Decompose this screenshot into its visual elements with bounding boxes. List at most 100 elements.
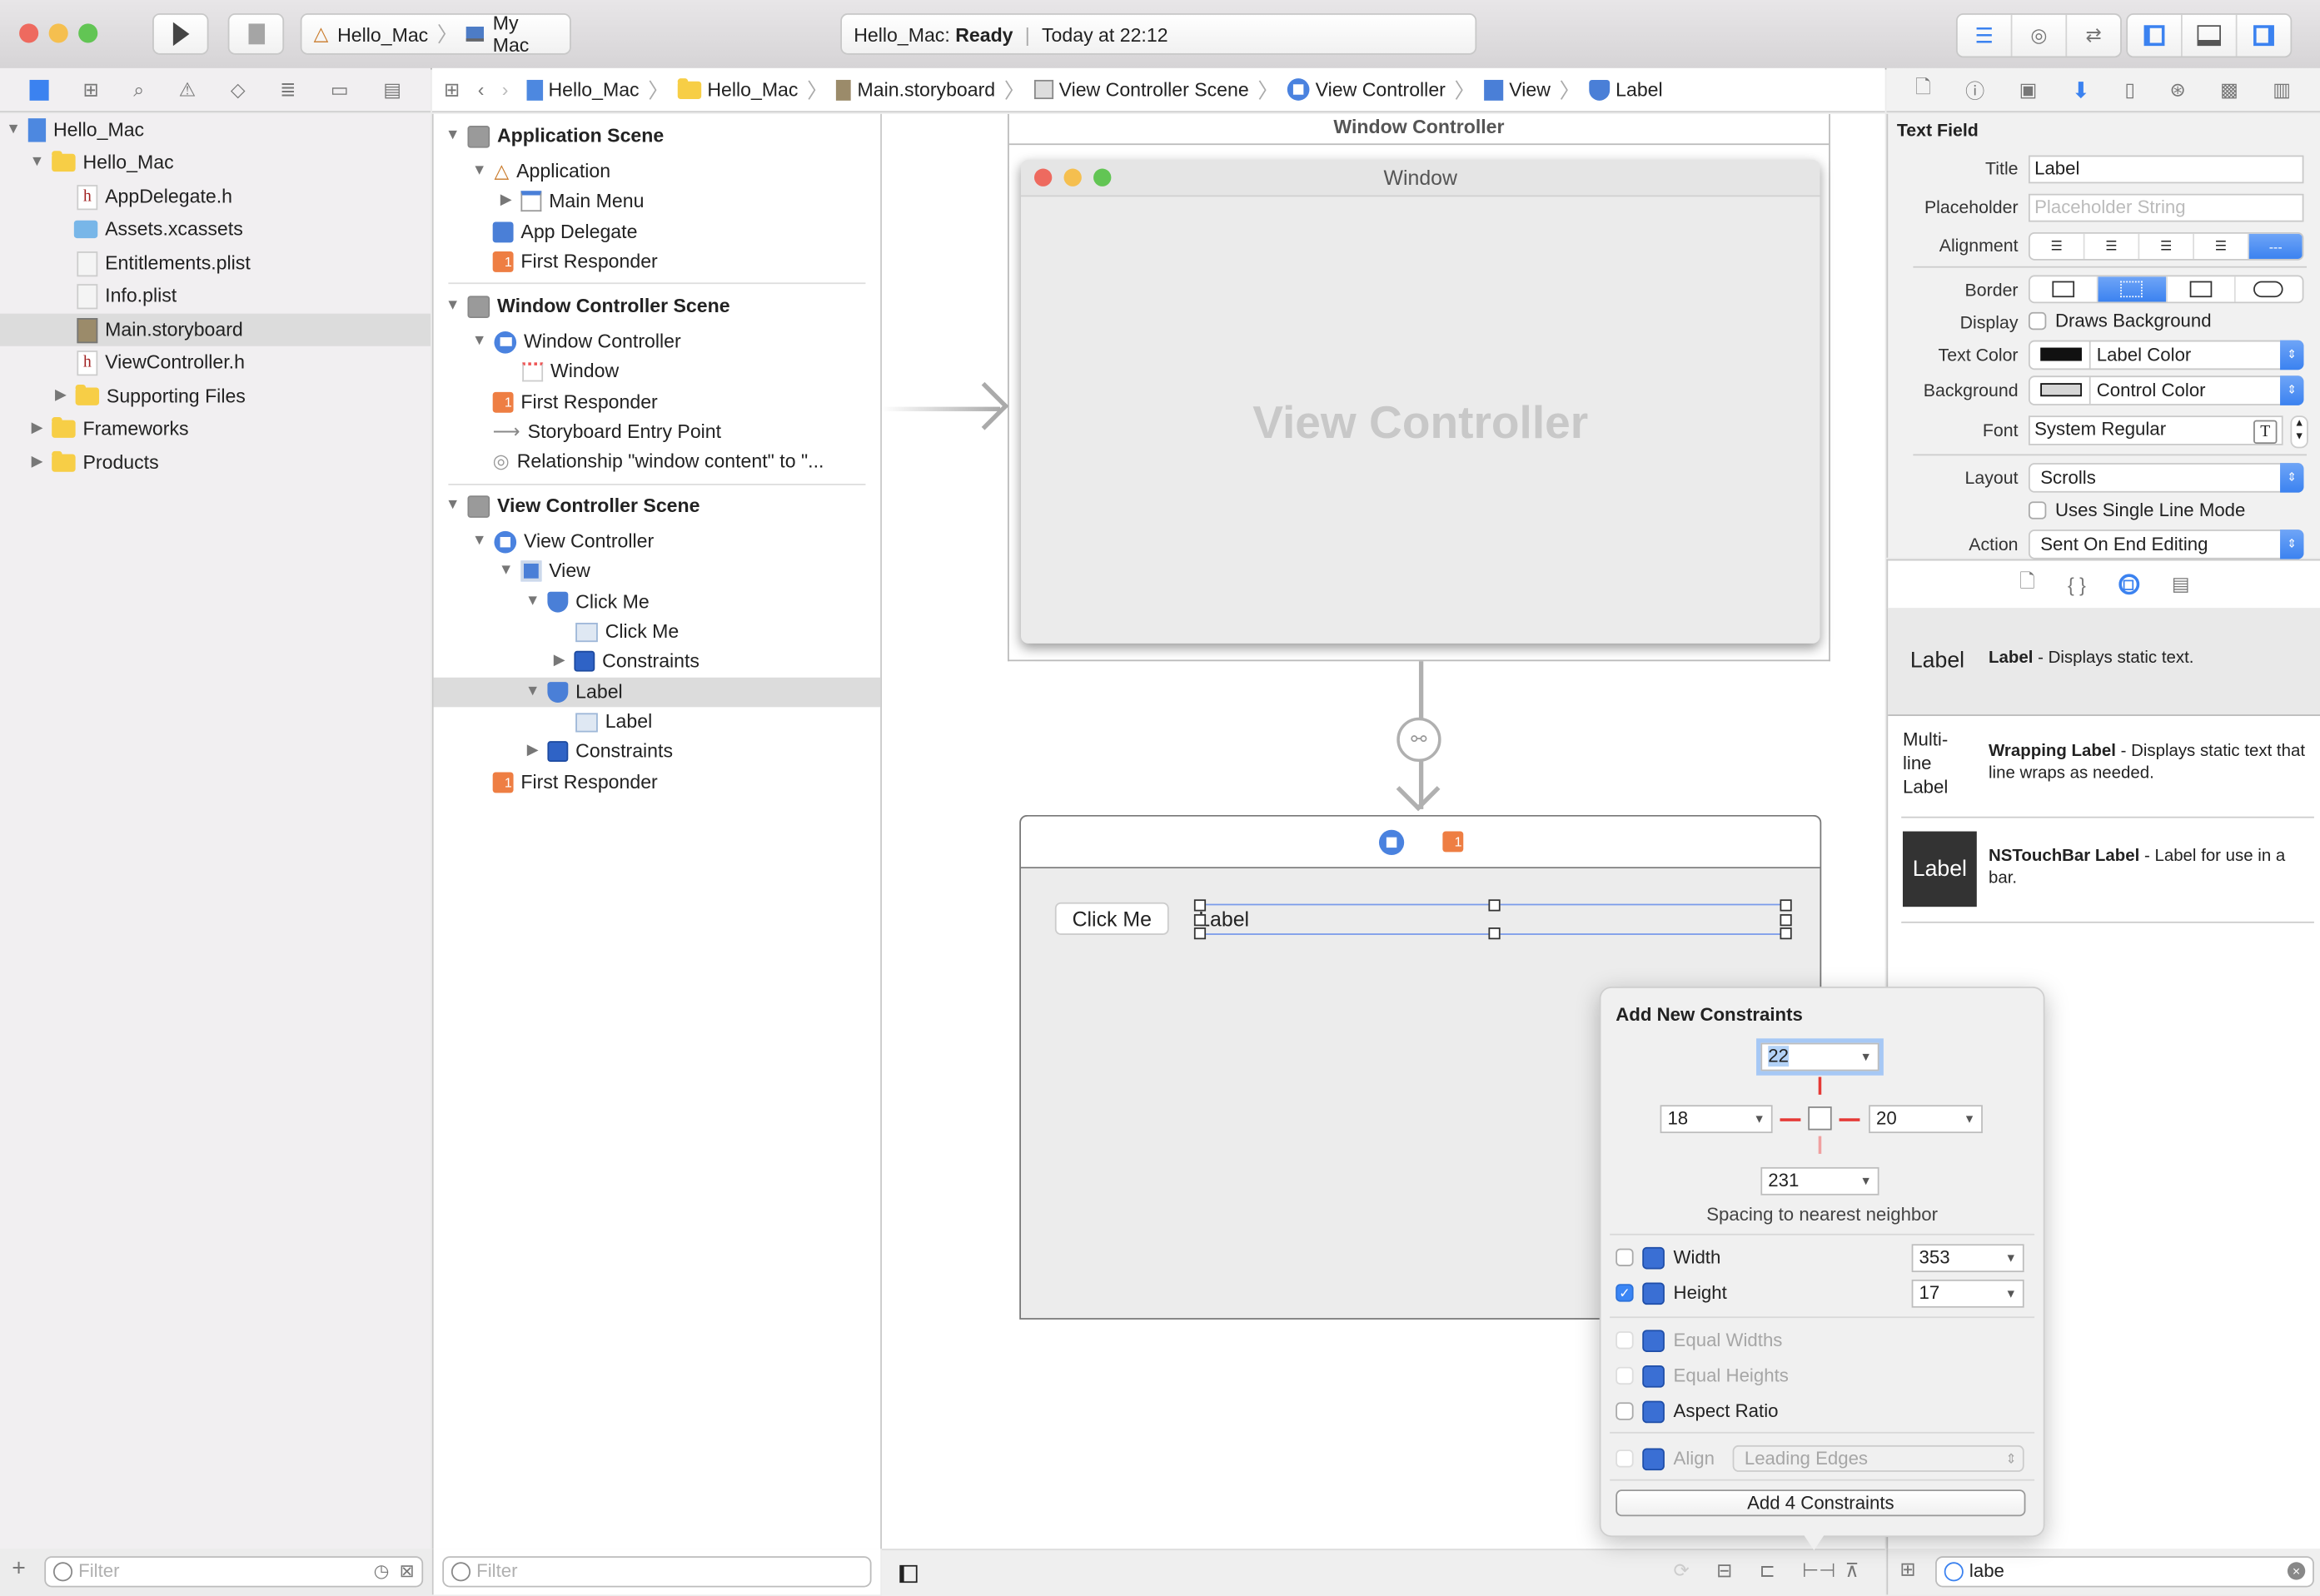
align-checkbox[interactable] [1616,1449,1634,1468]
dropdown-arrow-icon[interactable]: ▼ [1964,1106,1975,1131]
disclosure-open-icon[interactable]: ▼ [499,556,514,586]
disclosure-open-icon[interactable]: ▼ [30,147,45,179]
resize-handle[interactable] [1780,927,1792,940]
outline-item[interactable]: 1 First Responder [492,388,658,418]
align-natural-button[interactable]: --- [2248,233,2303,259]
nav-item-file[interactable]: h ViewController.h [77,346,245,379]
nav-item-group[interactable]: ▶ Products [30,447,159,480]
placeholder-field[interactable]: Placeholder String [2028,193,2304,222]
equal-heights-row[interactable]: Equal Heights [1616,1361,1789,1391]
view-effects-inspector-icon[interactable]: ▥ [2273,77,2291,101]
window-mockup[interactable]: Window View Controller [1020,159,1820,644]
background-color-popup[interactable]: Control Color ⇕ [2028,375,2304,405]
align-left-button[interactable]: ☰ [2030,233,2085,259]
scm-filter-icon[interactable]: ⊠ [400,1558,415,1586]
dropdown-arrow-icon[interactable]: ▼ [1860,1169,1872,1194]
disclosure-closed-icon[interactable]: ▶ [499,186,514,216]
checkbox[interactable] [2028,501,2047,520]
outline-item[interactable]: ▼ △ Application [472,157,610,186]
title-field[interactable]: Label [2028,155,2304,184]
font-size-stepper[interactable]: ▲ ▼ [2290,415,2308,449]
outline-item[interactable]: Window [522,356,619,386]
nav-item-file[interactable]: Info.plist [77,280,177,312]
project-navigator-icon[interactable] [28,79,49,100]
embed-in-stack-icon[interactable]: ⊟ [1716,1559,1732,1583]
bottom-constraint-strut[interactable] [1818,1136,1822,1154]
layout-popup[interactable]: Scrolls ⇕ [2028,463,2304,493]
align-right-button[interactable]: ☰ [2139,233,2194,259]
bottom-spacing-field[interactable]: 231 ▼ [1760,1166,1879,1196]
breadcrumb-label-item[interactable]: Label [1589,78,1663,101]
text-color-popup[interactable]: Label Color ⇕ [2028,340,2304,370]
outline-item[interactable]: ▶ Main Menu [499,186,644,216]
find-navigator-icon[interactable]: ⌕ [133,77,144,101]
nav-item-file[interactable]: h AppDelegate.h [77,181,232,213]
outline-item[interactable]: ◎ Relationship "window content" to "... [493,447,824,477]
nav-item-project[interactable]: ▼ Hello_Mac [6,114,144,147]
aspect-ratio-checkbox[interactable] [1616,1402,1634,1420]
toggle-navigator-button[interactable] [2128,14,2183,57]
attributes-inspector-icon[interactable]: ⬇ [2072,77,2090,102]
height-value-field[interactable]: 17 ▼ [1911,1279,2024,1308]
nav-item-file[interactable]: Assets.xcassets [73,213,243,246]
equal-widths-row[interactable]: Equal Widths [1616,1325,1782,1355]
add-file-button[interactable]: + [12,1556,26,1583]
height-constraint-row[interactable]: ✓ Height [1616,1278,1727,1308]
outline-item[interactable]: ▶ Constraints [525,737,673,767]
outline-scene[interactable]: ▼ View Controller Scene [446,491,699,521]
disclosure-closed-icon[interactable]: ▶ [552,646,567,676]
window-controller-scene[interactable]: Window Controller Window View Controller [1008,113,1830,662]
click-me-button[interactable]: Click Me [1054,902,1169,935]
toggle-utilities-button[interactable] [2238,15,2291,57]
outline-item[interactable]: ⟶ Storyboard Entry Point [493,417,721,447]
segue-relationship-icon[interactable]: ⚯ [1396,717,1441,763]
disclosure-open-icon[interactable]: ▼ [472,327,487,357]
resize-handle[interactable] [1193,927,1207,940]
single-line-mode-checkbox[interactable]: Uses Single Line Mode [2028,500,2245,520]
bindings-inspector-icon[interactable]: ▩ [2220,77,2238,101]
scheme-selector[interactable]: △ Hello_Mac 〉 My Mac [300,12,571,57]
report-navigator-icon[interactable]: ▤ [383,77,401,101]
code-snippet-library-icon[interactable]: { } [2068,574,2086,596]
outline-item[interactable]: ▼ Window Controller [472,327,681,357]
dropdown-arrow-icon[interactable]: ▼ [2005,1245,2017,1270]
issue-navigator-icon[interactable]: ⚠ [179,77,197,101]
library-item-selected[interactable]: Label Label - Displays static text. [1888,608,2320,716]
disclosure-closed-icon[interactable]: ▶ [30,413,45,445]
font-picker-icon[interactable]: T [2253,420,2278,445]
clear-search-icon[interactable]: × [2287,1562,2306,1580]
equal-heights-checkbox[interactable] [1616,1366,1634,1385]
recent-files-icon[interactable]: ◷ [374,1558,390,1586]
outline-item[interactable]: 1 First Responder [492,247,658,277]
identity-inspector-icon[interactable]: ▣ [2019,77,2038,101]
selected-label[interactable]: Label [1193,899,1792,940]
library-item[interactable]: Label NSTouchBar Label - Label for use i… [1888,818,2320,922]
disclosure-closed-icon[interactable]: ▶ [30,447,45,480]
update-frames-icon[interactable]: ⟳ [1674,1559,1690,1583]
breadcrumb-view[interactable]: View [1484,78,1551,101]
outline-scene[interactable]: ▼ Window Controller Scene [446,291,730,321]
debug-navigator-icon[interactable]: ≣ [280,77,296,101]
resize-handle[interactable] [1193,899,1207,912]
outline-filter-input[interactable]: Filter [442,1556,872,1588]
equal-widths-checkbox[interactable] [1616,1331,1634,1350]
test-navigator-icon[interactable]: ◇ [231,77,246,101]
forward-button[interactable]: › [502,78,509,101]
disclosure-open-icon[interactable]: ▼ [525,678,540,708]
outline-item[interactable]: ▶ Constraints [552,646,699,676]
border-none-button[interactable] [2030,276,2098,302]
breadcrumb-view-controller[interactable]: View Controller [1287,78,1446,101]
nav-item-group[interactable]: ▶ Frameworks [30,413,189,445]
align-constraints-icon[interactable]: ⊏ [1760,1559,1775,1583]
width-value-field[interactable]: 353 ▼ [1911,1244,2024,1273]
outline-item[interactable]: Label [575,707,652,737]
media-library-icon[interactable]: ▤ [2172,573,2190,596]
add-constraints-button[interactable]: Add 4 Constraints [1616,1489,2026,1517]
leading-spacing-field[interactable]: 18 ▼ [1660,1105,1773,1134]
symbol-navigator-icon[interactable]: ⊞ [82,77,98,101]
back-button[interactable]: ‹ [478,78,485,101]
disclosure-closed-icon[interactable]: ▶ [53,380,68,413]
outline-item[interactable]: 1 First Responder [492,768,658,798]
resize-handle[interactable] [1780,914,1792,927]
outline-item[interactable]: ▼ View Controller [472,527,654,557]
